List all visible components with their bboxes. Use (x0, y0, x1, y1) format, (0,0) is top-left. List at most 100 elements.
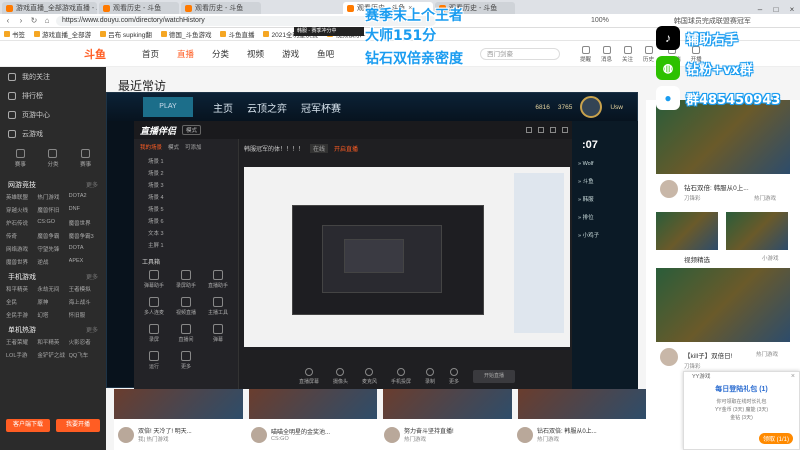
game-link[interactable]: 和平精英 (6, 285, 37, 293)
stream-thumbnail[interactable] (383, 389, 512, 419)
scene-item[interactable]: 文本 3 (134, 227, 238, 239)
zoom-level[interactable]: 100% (591, 17, 609, 24)
header-icon-item[interactable]: 提醒 (580, 46, 591, 63)
stream-thumbnail[interactable] (726, 212, 788, 250)
nav-video[interactable]: 视频 (247, 48, 264, 60)
game-link[interactable]: DOTA (69, 245, 100, 253)
stream-thumbnail[interactable] (656, 268, 790, 342)
browser-tab[interactable]: 游戏直播_全部游戏直播 - 斗鱼直播 (2, 2, 97, 14)
game-link[interactable]: 传奇 (6, 232, 37, 240)
scene-item[interactable]: 主屏 1 (134, 239, 238, 251)
tool-item[interactable]: 录屏 (138, 324, 170, 343)
download-client-button[interactable]: 客户端下载 (6, 419, 50, 432)
settings-icon[interactable] (526, 127, 532, 133)
tab-mode[interactable]: 模式 (168, 143, 179, 151)
tool-item[interactable]: 录屏助手 (170, 270, 202, 289)
game-link[interactable]: 逆战 (37, 258, 68, 266)
avatar[interactable] (251, 426, 267, 443)
stream-card[interactable]: 双倍! 天冷了! 明天... 我| 热门游戏 (114, 419, 247, 450)
bottom-tool[interactable]: 手机投屏 (391, 367, 411, 385)
avatar[interactable] (660, 180, 678, 198)
search-input[interactable]: 西门剑豪 (480, 48, 560, 60)
quick-icon-item[interactable]: 分类 (47, 149, 58, 168)
reload-icon[interactable]: ↻ (30, 16, 38, 25)
game-link[interactable]: 全民 (6, 298, 37, 306)
tool-item[interactable]: 直播间 (170, 324, 202, 343)
quick-icon-item[interactable]: 赛事 (80, 149, 91, 168)
lol-play-button[interactable]: PLAY (143, 97, 193, 117)
game-link[interactable]: 魔兽争霸 (37, 232, 68, 240)
start-live-button[interactable]: 开始直播 (473, 369, 516, 383)
stream-card[interactable]: 钻石双倍: 韩服从0上... 热门游戏 (513, 419, 646, 450)
game-link[interactable]: 穿越火线 (6, 206, 37, 214)
tool-item[interactable]: 直播助手 (202, 270, 234, 289)
game-link[interactable]: 怀旧服 (69, 311, 100, 319)
avatar[interactable] (384, 426, 400, 443)
game-link[interactable]: 海上战斗 (69, 298, 100, 306)
tool-item[interactable]: 视频直播 (170, 297, 202, 316)
game-link[interactable]: 全民手游 (6, 311, 37, 319)
claim-button[interactable]: 领取 (1/1) (758, 433, 793, 444)
section-more-link[interactable]: 更多 (86, 180, 98, 190)
room-title[interactable]: 韩服冠军的体！！！！ (244, 144, 304, 153)
scene-item[interactable]: 场景 3 (134, 179, 238, 191)
room-tag[interactable]: 在线 (310, 143, 329, 153)
stream-thumbnail[interactable] (248, 389, 377, 419)
game-link[interactable]: 魔兽世界 (69, 219, 100, 227)
address-bar-hint[interactable]: 韩国球员完成联盟赛冠军 (674, 16, 751, 26)
nav-category[interactable]: 分类 (212, 48, 229, 60)
game-link[interactable]: QQ飞车 (69, 351, 100, 359)
avatar[interactable] (517, 426, 533, 443)
avatar[interactable] (660, 348, 678, 366)
game-link[interactable]: 幻塔 (37, 311, 68, 319)
avatar[interactable] (580, 96, 603, 118)
browser-tab[interactable]: 观看历史 - 斗鱼 (99, 2, 179, 14)
bottom-tool[interactable]: 录制 (425, 367, 435, 385)
scene-item[interactable]: 场景 5 (134, 203, 238, 215)
game-link[interactable]: 和平精英 (37, 338, 68, 346)
game-link[interactable]: DNF (69, 206, 100, 214)
minimize-icon[interactable] (538, 127, 544, 133)
avatar[interactable] (118, 426, 134, 443)
game-link[interactable]: 英雄联盟 (6, 193, 37, 201)
game-link[interactable]: APEX (69, 258, 100, 266)
stream-card[interactable]: 喵喵全明星的金奖池... CS:GO (247, 419, 380, 450)
nav-home[interactable]: 首页 (142, 48, 159, 60)
header-icon-item[interactable]: 关注 (622, 46, 633, 63)
stream-card-title[interactable]: 钻石双倍: 韩服从0上... (684, 182, 790, 192)
section-more-link[interactable]: 更多 (86, 272, 98, 282)
tool-item[interactable]: 多人连麦 (138, 297, 170, 316)
tool-item[interactable]: 弹幕 (202, 324, 234, 343)
start-stream-button[interactable]: 我要开播 (56, 419, 100, 432)
game-link[interactable]: 魔兽世界 (6, 258, 37, 266)
lol-nav-clash[interactable]: 冠军杯赛 (301, 100, 341, 115)
bookmark-item[interactable]: 游戏直播_全部游 (34, 29, 91, 39)
bottom-tool[interactable]: 直播屏幕 (299, 367, 319, 385)
maximize-icon[interactable] (550, 127, 556, 133)
header-icon-item[interactable]: 历史 (643, 46, 654, 63)
bottom-tool[interactable]: 麦克风 (362, 367, 377, 385)
site-logo[interactable]: 斗鱼 (0, 41, 120, 67)
home-icon[interactable]: ⌂ (43, 16, 51, 25)
game-link[interactable]: 网络游戏 (6, 245, 37, 253)
nav-live[interactable]: 直播 (177, 48, 194, 60)
close-window-icon[interactable]: × (784, 5, 800, 14)
tab-addable[interactable]: 可添加 (185, 143, 202, 151)
sidebar-item-follow[interactable]: 我的关注 (0, 67, 106, 86)
game-link[interactable]: 王者模拟 (69, 285, 100, 293)
stream-preview[interactable] (244, 167, 570, 347)
lol-nav-tft[interactable]: 云顶之弈 (247, 100, 287, 115)
tool-item[interactable]: 运行 (138, 351, 170, 370)
game-link[interactable]: 火影忍者 (69, 338, 100, 346)
game-link[interactable]: 炉石传说 (6, 219, 37, 227)
close-icon[interactable]: × (791, 373, 795, 380)
close-icon[interactable] (562, 127, 568, 133)
quick-icon-item[interactable]: 赛事 (15, 149, 26, 168)
bookmark-item[interactable]: 书签 (4, 29, 25, 39)
tool-item[interactable]: 弹幕助手 (138, 270, 170, 289)
game-link[interactable]: 金铲铲之战 (37, 351, 68, 359)
back-icon[interactable]: ‹ (4, 16, 12, 25)
stream-card-title[interactable]: 【kill子】双倍日! (684, 350, 754, 360)
game-link[interactable]: 魔兽争霸3 (69, 232, 100, 240)
scene-item[interactable]: 场景 6 (134, 215, 238, 227)
